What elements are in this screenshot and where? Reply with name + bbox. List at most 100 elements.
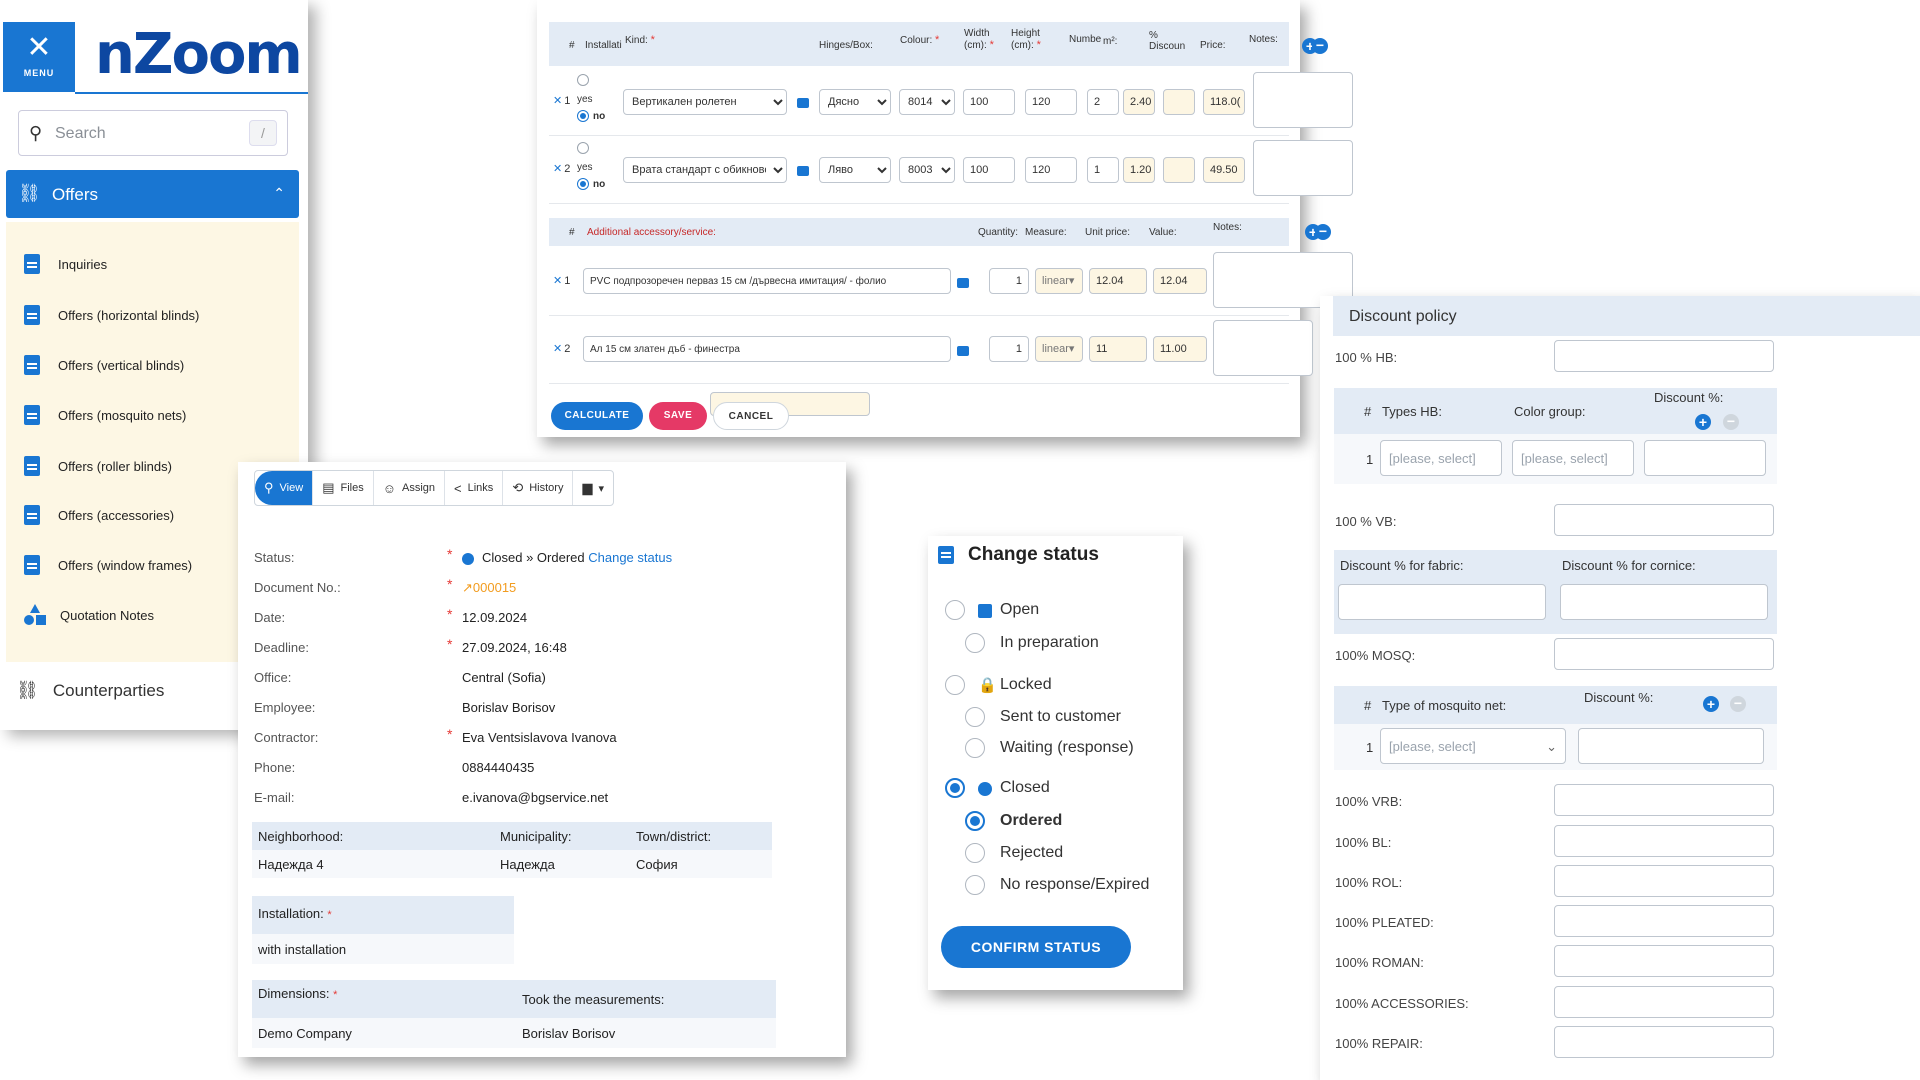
installation-no-radio[interactable] xyxy=(577,178,589,190)
search-input[interactable]: ⚲ Search / xyxy=(18,110,288,156)
tab-history[interactable]: ⟲ History xyxy=(503,471,574,505)
repair-discount-input[interactable] xyxy=(1554,1026,1774,1058)
height-input[interactable] xyxy=(1025,157,1077,183)
column-header: # xyxy=(569,227,575,238)
notes-textarea[interactable] xyxy=(1213,320,1313,376)
accessory-input[interactable] xyxy=(583,268,951,294)
substatus-sent-radio[interactable] xyxy=(965,707,985,727)
neighborhood-link[interactable]: Надежда 4 xyxy=(258,857,324,872)
contractor-link[interactable]: Eva Ventsislavova Ivanova xyxy=(462,730,617,745)
email-link[interactable]: e.ivanova@bgservice.net xyxy=(462,790,608,805)
comments-dropdown[interactable]: ▆ ▾ xyxy=(573,471,613,505)
delete-row-icon[interactable]: ✕ xyxy=(553,343,562,355)
sidebar-item-offers-roller[interactable]: Offers (roller blinds) xyxy=(24,451,172,481)
sidebar-section-offers[interactable]: ⛓ Offers ⌃ xyxy=(6,170,299,218)
change-status-link[interactable]: Change status xyxy=(588,550,672,565)
sidebar-item-offers-mosquito[interactable]: Offers (mosquito nets) xyxy=(24,400,186,430)
add-row-icon[interactable]: + xyxy=(1703,696,1719,712)
notes-textarea[interactable] xyxy=(1253,72,1353,128)
radio-label: yes xyxy=(577,94,593,105)
clear-icon[interactable] xyxy=(957,278,969,288)
field-label: 100% BL: xyxy=(1335,835,1392,850)
quantity-input[interactable] xyxy=(989,336,1029,362)
tab-view[interactable]: ⚲ View xyxy=(255,471,314,505)
types-hb-select[interactable]: [please, select] xyxy=(1380,440,1502,476)
substatus-rejected-radio[interactable] xyxy=(965,843,985,863)
mosquito-type-select[interactable]: [please, select] ⌄ xyxy=(1380,728,1566,764)
delete-row-icon[interactable]: ✕ xyxy=(553,163,562,175)
remove-row-icon[interactable]: − xyxy=(1730,696,1746,712)
menu-button[interactable]: ✕ MENU xyxy=(3,22,75,92)
colour-select[interactable]: 8003 xyxy=(899,157,955,183)
calculate-button[interactable]: CALCULATE xyxy=(551,402,643,430)
substatus-waiting-radio[interactable] xyxy=(965,738,985,758)
clear-icon[interactable] xyxy=(797,166,809,176)
hinges-select[interactable]: Ляво xyxy=(819,157,891,183)
discount-input[interactable] xyxy=(1578,728,1764,764)
cornice-discount-input[interactable] xyxy=(1560,584,1768,620)
delete-row-icon[interactable]: ✕ xyxy=(553,95,562,107)
hb-discount-input[interactable] xyxy=(1554,340,1774,372)
colour-select[interactable]: 8014 xyxy=(899,89,955,115)
clear-icon[interactable] xyxy=(797,98,809,108)
roman-discount-input[interactable] xyxy=(1554,945,1774,977)
vrb-discount-input[interactable] xyxy=(1554,784,1774,816)
discount-input[interactable] xyxy=(1644,440,1766,476)
height-input[interactable] xyxy=(1025,89,1077,115)
sidebar-item-offers-window-frames[interactable]: Offers (window frames) xyxy=(24,550,192,580)
logo[interactable]: nZoom xyxy=(95,22,303,87)
notes-textarea[interactable] xyxy=(1253,140,1353,196)
number-input[interactable] xyxy=(1087,89,1119,115)
number-input[interactable] xyxy=(1087,157,1119,183)
hinges-select[interactable]: Дясно xyxy=(819,89,891,115)
sidebar-item-offers-horizontal[interactable]: Offers (horizontal blinds) xyxy=(24,300,199,330)
delete-row-icon[interactable]: ✕ xyxy=(553,275,562,287)
sidebar-item-inquiries[interactable]: Inquiries xyxy=(24,249,107,279)
row-number: ✕ 2 xyxy=(553,343,571,355)
remove-row-icon[interactable]: − xyxy=(1315,224,1331,240)
sidebar-item-offers-vertical[interactable]: Offers (vertical blinds) xyxy=(24,350,184,380)
confirm-status-button[interactable]: CONFIRM STATUS xyxy=(941,926,1131,968)
substatus-ordered-radio[interactable] xyxy=(965,811,985,831)
shapes-icon xyxy=(24,604,46,626)
sidebar-section-counterparties[interactable]: ⛓ Counterparties xyxy=(16,680,164,701)
document-number-link[interactable]: ↗000015 xyxy=(462,580,516,596)
accessories-discount-input[interactable] xyxy=(1554,986,1774,1018)
measure-select[interactable]: linear▾ xyxy=(1035,336,1083,362)
kind-select[interactable]: Врата стандарт с обикновени xyxy=(623,157,787,183)
tab-files[interactable]: ▤ Files xyxy=(313,471,374,505)
width-input[interactable] xyxy=(963,157,1015,183)
rol-discount-input[interactable] xyxy=(1554,865,1774,897)
kind-select[interactable]: Вертикален ролетен xyxy=(623,89,787,115)
color-group-select[interactable]: [please, select] xyxy=(1512,440,1634,476)
installation-yes-radio[interactable] xyxy=(577,74,589,86)
vb-discount-input[interactable] xyxy=(1554,504,1774,536)
installation-yes-radio[interactable] xyxy=(577,142,589,154)
substatus-in-preparation-radio[interactable] xyxy=(965,633,985,653)
width-input[interactable] xyxy=(963,89,1015,115)
fabric-discount-input[interactable] xyxy=(1338,584,1546,620)
status-locked-radio[interactable] xyxy=(945,675,965,695)
pleated-discount-input[interactable] xyxy=(1554,905,1774,937)
installation-header: Installation: * xyxy=(252,896,514,934)
tab-assign[interactable]: ☺ Assign xyxy=(374,471,446,505)
items-header-row: # Installati Kind: * Hinges/Box: Colour:… xyxy=(549,22,1318,66)
quantity-input[interactable] xyxy=(989,268,1029,294)
remove-row-icon[interactable]: − xyxy=(1312,38,1328,54)
status-open-radio[interactable] xyxy=(945,600,965,620)
installation-no-radio[interactable] xyxy=(577,110,589,122)
sidebar-item-offers-accessories[interactable]: Offers (accessories) xyxy=(24,500,174,530)
status-closed-radio[interactable] xyxy=(945,778,965,798)
cancel-button[interactable]: CANCEL xyxy=(713,402,789,430)
mosq-discount-input[interactable] xyxy=(1554,638,1774,670)
accessory-input[interactable] xyxy=(583,336,951,362)
substatus-no-response-radio[interactable] xyxy=(965,875,985,895)
tab-links[interactable]: < Links xyxy=(445,471,504,505)
add-row-icon[interactable]: + xyxy=(1695,414,1711,430)
clear-icon[interactable] xyxy=(957,346,969,356)
bl-discount-input[interactable] xyxy=(1554,825,1774,857)
remove-row-icon[interactable]: − xyxy=(1723,414,1739,430)
measure-select[interactable]: linear▾ xyxy=(1035,268,1083,294)
save-button[interactable]: SAVE xyxy=(649,402,707,430)
sidebar-item-quotation-notes[interactable]: Quotation Notes xyxy=(24,600,154,630)
